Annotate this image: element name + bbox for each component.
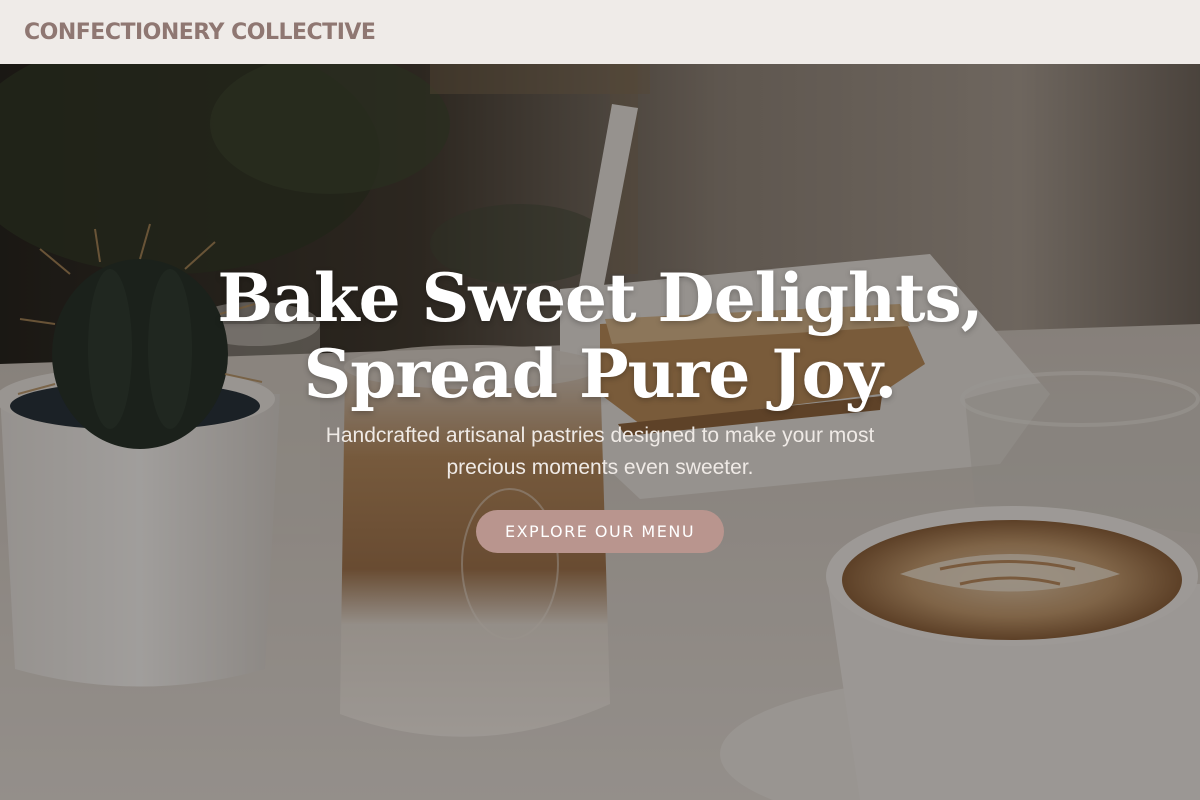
- hero-title-line-2: Spread Pure Joy.: [303, 335, 898, 413]
- explore-menu-button[interactable]: EXPLORE OUR MENU: [476, 510, 724, 553]
- hero-content: Bake Sweet Delights, Spread Pure Joy. Ha…: [0, 64, 1200, 800]
- brand-logo[interactable]: CONFECTIONERY COLLECTIVE: [24, 20, 376, 45]
- hero-title-line-1: Bake Sweet Delights,: [217, 259, 983, 337]
- hero-title: Bake Sweet Delights, Spread Pure Joy.: [0, 260, 1200, 412]
- hero-subtitle: Handcrafted artisanal pastries designed …: [325, 424, 875, 479]
- hero-section: Bake Sweet Delights, Spread Pure Joy. Ha…: [0, 64, 1200, 800]
- site-header: CONFECTIONERY COLLECTIVE: [0, 0, 1200, 64]
